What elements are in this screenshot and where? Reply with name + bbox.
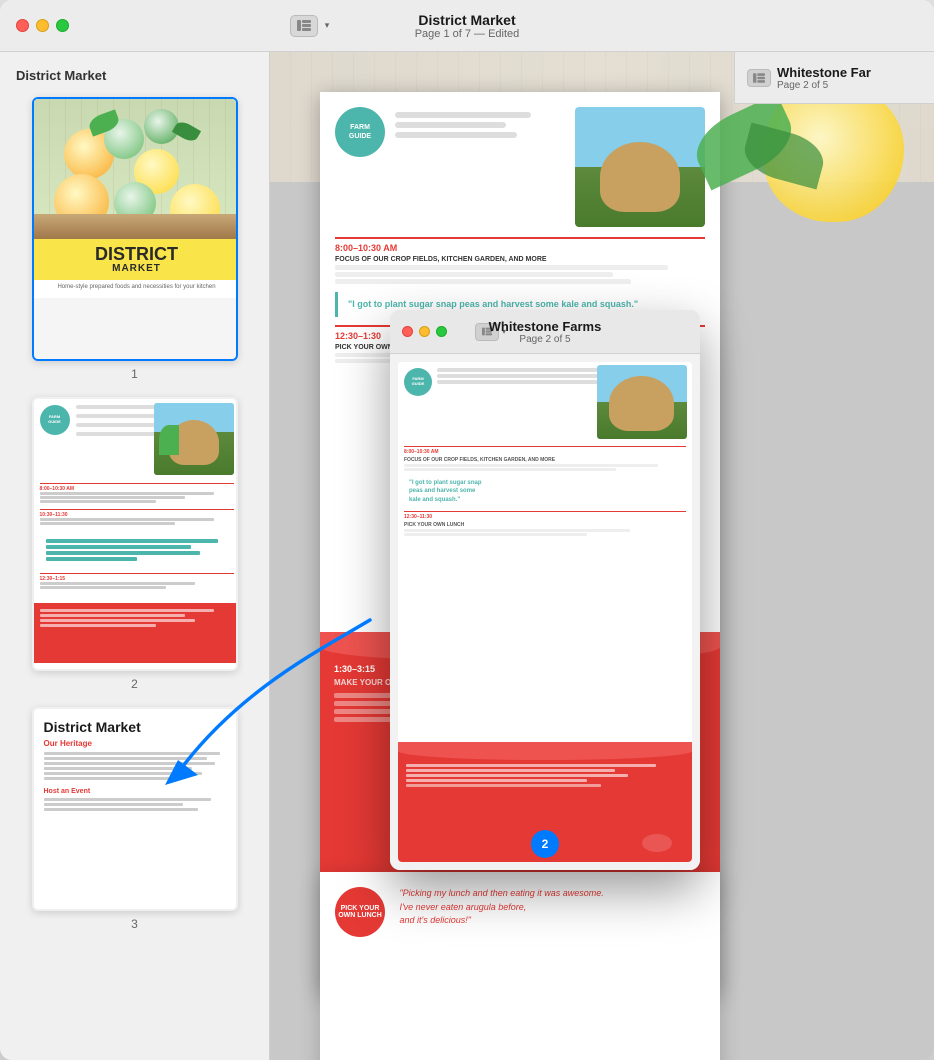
sidebar-toggle-button[interactable] (290, 15, 318, 37)
page2-preview: FARMGUIDE (34, 399, 238, 669)
page-thumb-img-2[interactable]: FARMGUIDE (32, 397, 238, 671)
title-center: District Market Page 1 of 7 — Edited (415, 12, 520, 40)
page1-text-area: DISTRICT MARKET Home-style prepared food… (34, 239, 238, 298)
popup-traffic-lights (390, 326, 447, 337)
page2-schedule2: 12:30–1:15 (34, 569, 238, 599)
right-tb-toggle-btn[interactable] (747, 69, 771, 87)
popup-maximize[interactable] (436, 326, 447, 337)
page-num-1: 1 (131, 367, 138, 381)
popup-window-subtitle: Page 2 of 5 (519, 334, 570, 345)
page2-quote (40, 535, 234, 565)
schedule-item-1: 8:00–10:30 AM (40, 483, 234, 503)
popup-titlebar: ▾ Whitestone Farms Page 2 of 5 (390, 310, 700, 354)
title-bar: ▾ District Market Page 1 of 7 — Edited (0, 0, 934, 52)
view-toggle: ▾ (290, 15, 332, 37)
canvas-next-page: PICK YOUROWN LUNCH "Picking my lunch and… (320, 872, 720, 1060)
right-sidebar-icon (753, 73, 765, 83)
page2-footer (34, 603, 238, 663)
page2-header: FARMGUIDE (34, 399, 238, 479)
main-window: ▾ District Market Page 1 of 7 — Edited D… (0, 0, 934, 1060)
page3-preview: District Market Our Heritage Host an Eve… (34, 709, 238, 909)
page3-event-label: Host an Event (44, 788, 230, 795)
page2-photo (154, 403, 234, 475)
page2-schedule: 8:00–10:30 AM 10:30–11:30 (34, 479, 238, 535)
view-toggle-chevron[interactable]: ▾ (322, 21, 332, 31)
window-title: District Market (418, 12, 515, 28)
window-subtitle: Page 1 of 7 — Edited (415, 28, 520, 40)
schedule-item-3: 12:30–1:15 (40, 573, 234, 589)
popup-page-header: FARMGUIDE (398, 362, 692, 442)
district-title: DISTRICT (38, 245, 236, 263)
market-subtitle: MARKET (38, 263, 236, 274)
page-num-2: 2 (131, 677, 138, 691)
maximize-button[interactable] (56, 19, 69, 32)
page1-image-area (34, 99, 238, 239)
page3-body-lines (44, 752, 230, 780)
schedule-item-2: 10:30–11:30 (40, 509, 234, 525)
sidebar-toggle-icon (297, 20, 311, 31)
page3-title: District Market (44, 719, 230, 735)
traffic-lights (0, 19, 69, 32)
district-tagline: Home-style prepared foods and necessitie… (42, 284, 232, 290)
popup-title-center: Whitestone Farms Page 2 of 5 (489, 319, 602, 345)
right-tb-info: Whitestone Far Page 2 of 5 (777, 65, 871, 91)
page2-badge-circle: FARMGUIDE (40, 405, 70, 435)
popup-close[interactable] (402, 326, 413, 337)
sidebar: District Market (0, 52, 270, 1060)
popup-minimize[interactable] (419, 326, 430, 337)
right-window-subtitle: Page 2 of 5 (777, 80, 871, 91)
popup-page-badge: 2 (531, 830, 559, 858)
close-button[interactable] (16, 19, 29, 32)
popup-page-body: 8:00–10:30 AM FOCUS OF OUR CROP FIELDS, … (398, 442, 692, 742)
page-thumb-1[interactable]: DISTRICT MARKET Home-style prepared food… (12, 97, 257, 381)
popup-window: ▾ Whitestone Farms Page 2 of 5 FARMGUIDE (390, 310, 700, 870)
minimize-button[interactable] (36, 19, 49, 32)
popup-page-inner: FARMGUIDE (398, 362, 692, 862)
page-thumb-img-1[interactable]: DISTRICT MARKET Home-style prepared food… (32, 97, 238, 361)
popup-page: FARMGUIDE (398, 362, 692, 862)
page3-subtitle: Our Heritage (44, 739, 230, 748)
right-window-bar: Whitestone Far Page 2 of 5 (734, 52, 934, 104)
page-thumb-3[interactable]: District Market Our Heritage Host an Eve… (12, 707, 257, 931)
right-window-title: Whitestone Far (777, 65, 871, 80)
page-num-3: 3 (131, 917, 138, 931)
page-thumb-2[interactable]: FARMGUIDE (12, 397, 257, 691)
sidebar-title: District Market (12, 68, 257, 83)
popup-content: FARMGUIDE (390, 354, 700, 870)
page-thumb-img-3[interactable]: District Market Our Heritage Host an Eve… (32, 707, 238, 911)
popup-window-title: Whitestone Farms (489, 319, 602, 334)
page1-preview: DISTRICT MARKET Home-style prepared food… (34, 99, 238, 359)
